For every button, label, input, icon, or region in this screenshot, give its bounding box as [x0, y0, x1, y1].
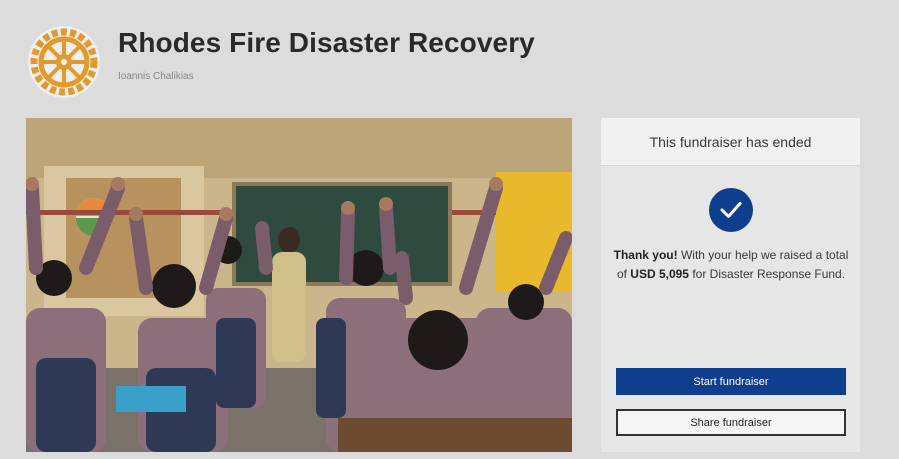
status-header: This fundraiser has ended — [601, 118, 860, 166]
raised-amount: USD 5,095 — [630, 267, 689, 281]
organizer-name: Ioannis Chalikias — [118, 71, 194, 82]
fundraiser-photo — [26, 118, 572, 452]
start-fundraiser-button[interactable]: Start fundraiser — [616, 368, 846, 395]
rotary-wheel-icon — [30, 28, 98, 96]
page-title: Rhodes Fire Disaster Recovery — [118, 27, 535, 58]
rotary-logo — [28, 26, 100, 98]
checkmark-circle-icon — [709, 188, 753, 232]
thanks-bold: Thank you! — [613, 248, 678, 262]
thank-you-message: Thank you! With your help we raised a to… — [613, 246, 849, 284]
thanks-text-2: for Disaster Response Fund. — [688, 267, 846, 281]
fundraiser-status-panel: This fundraiser has ended Thank you! Wit… — [601, 118, 860, 452]
share-fundraiser-button[interactable]: Share fundraiser — [616, 409, 846, 436]
